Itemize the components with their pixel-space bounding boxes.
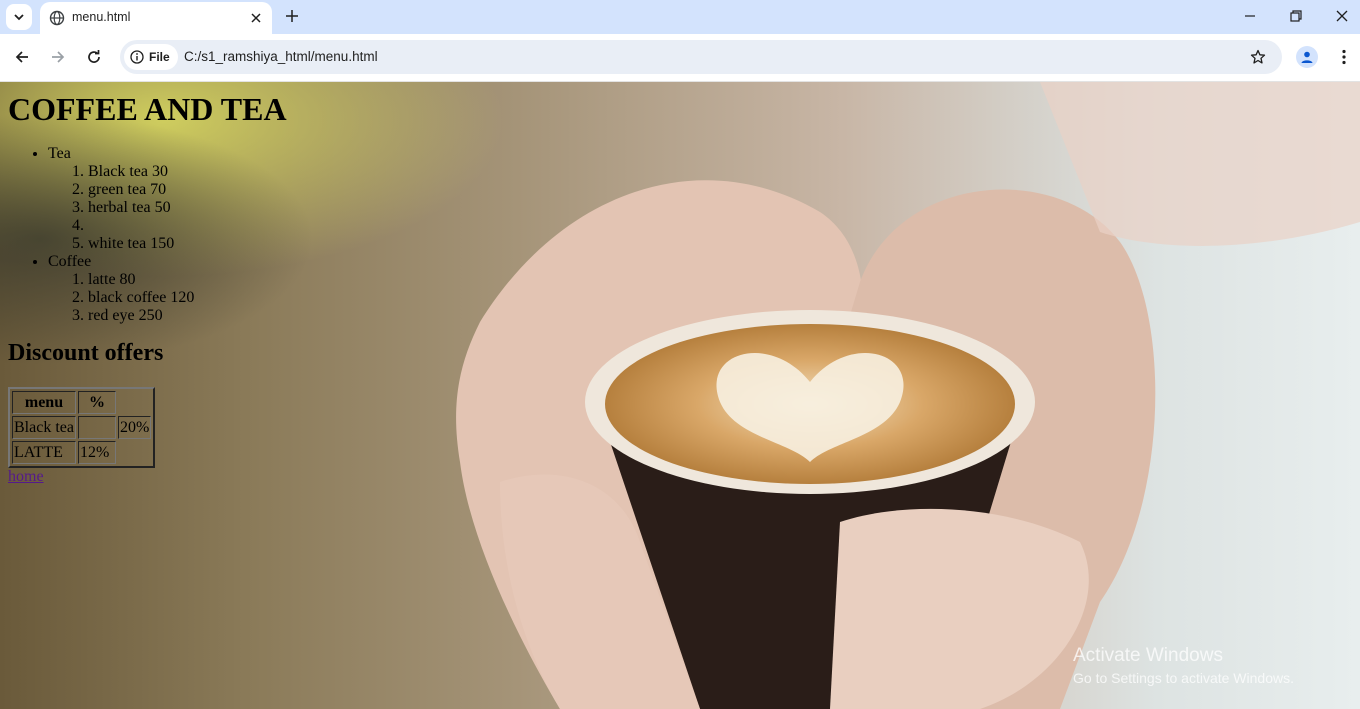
table-row: Black tea 20% xyxy=(12,416,152,439)
tab-close-button[interactable] xyxy=(248,10,264,26)
discount-heading: Discount offers xyxy=(8,340,164,366)
menu-category-list: Tea Black tea 30 green tea 70 herbal tea… xyxy=(8,145,287,325)
table-cell: LATTE xyxy=(12,441,76,464)
column-header-menu: menu xyxy=(12,391,76,414)
close-icon xyxy=(251,13,261,23)
minimize-icon xyxy=(1245,15,1255,17)
profile-button[interactable] xyxy=(1296,46,1318,68)
category-tea: Tea Black tea 30 green tea 70 herbal tea… xyxy=(48,145,287,253)
tab-title: menu.html xyxy=(72,10,131,24)
list-item: Black tea 30 xyxy=(88,163,287,181)
list-item: white tea 150 xyxy=(88,235,287,253)
category-coffee: Coffee latte 80 black coffee 120 red eye… xyxy=(48,253,287,325)
new-tab-button[interactable] xyxy=(282,6,302,26)
close-icon xyxy=(1336,10,1348,22)
page-viewport: COFFEE AND TEA Tea Black tea 30 green te… xyxy=(0,82,1360,709)
info-icon xyxy=(130,50,144,64)
restore-icon xyxy=(1290,10,1302,22)
back-button[interactable] xyxy=(12,47,32,67)
url-text[interactable]: C:/s1_ramshiya_html/menu.html xyxy=(184,49,378,64)
list-item: latte 80 xyxy=(88,271,287,289)
watermark-title: Activate Windows xyxy=(1073,645,1223,666)
site-info-chip[interactable]: File xyxy=(124,44,178,70)
list-item: green tea 70 xyxy=(88,181,287,199)
coffee-items: latte 80 black coffee 120 red eye 250 xyxy=(48,271,287,325)
table-cell xyxy=(77,416,116,439)
category-label: Tea xyxy=(48,145,71,162)
list-item: red eye 250 xyxy=(88,307,287,325)
list-item xyxy=(88,217,287,235)
page-title: COFFEE AND TEA xyxy=(8,91,287,127)
page-content: COFFEE AND TEA Tea Black tea 30 green te… xyxy=(8,82,287,486)
table-cell: 20% xyxy=(117,416,152,439)
close-window-button[interactable] xyxy=(1330,6,1354,26)
browser-menu-button[interactable] xyxy=(1334,47,1354,67)
forward-button[interactable] xyxy=(48,47,68,67)
bookmark-button[interactable] xyxy=(1248,47,1268,67)
table-cell: 12% xyxy=(77,441,116,464)
arrow-left-icon xyxy=(15,51,28,63)
reload-icon xyxy=(88,50,100,63)
plus-icon xyxy=(286,10,298,22)
tab-strip: menu.html xyxy=(0,0,1360,34)
category-label: Coffee xyxy=(48,253,92,270)
list-item: herbal tea 50 xyxy=(88,199,287,217)
address-bar[interactable]: File C:/s1_ramshiya_html/menu.html xyxy=(120,40,1282,74)
home-link[interactable]: home xyxy=(8,468,287,486)
reload-button[interactable] xyxy=(84,47,104,67)
arrow-right-icon xyxy=(52,51,65,63)
restore-button[interactable] xyxy=(1284,6,1308,26)
discount-table: menu % Black tea 20% LATTE 12% xyxy=(8,387,156,468)
more-vertical-icon xyxy=(1342,49,1346,65)
minimize-button[interactable] xyxy=(1238,6,1262,26)
chevron-down-icon xyxy=(14,14,24,21)
scheme-label: File xyxy=(149,50,170,64)
active-tab[interactable]: menu.html xyxy=(40,2,272,34)
person-icon xyxy=(1301,51,1313,63)
column-header-percent: % xyxy=(77,391,116,414)
list-item: black coffee 120 xyxy=(88,289,287,307)
table-header-row: menu % xyxy=(12,391,151,414)
tea-items: Black tea 30 green tea 70 herbal tea 50 … xyxy=(48,163,287,253)
tab-search-button[interactable] xyxy=(6,4,32,30)
star-icon xyxy=(1250,49,1266,64)
table-row: LATTE 12% xyxy=(12,441,151,464)
watermark-subtitle: Go to Settings to activate Windows. xyxy=(1073,670,1294,686)
browser-toolbar: File C:/s1_ramshiya_html/menu.html xyxy=(0,34,1360,82)
globe-icon xyxy=(49,10,65,26)
activate-windows-watermark: Activate Windows Go to Settings to activ… xyxy=(1073,645,1294,686)
table-cell: Black tea xyxy=(12,416,76,439)
